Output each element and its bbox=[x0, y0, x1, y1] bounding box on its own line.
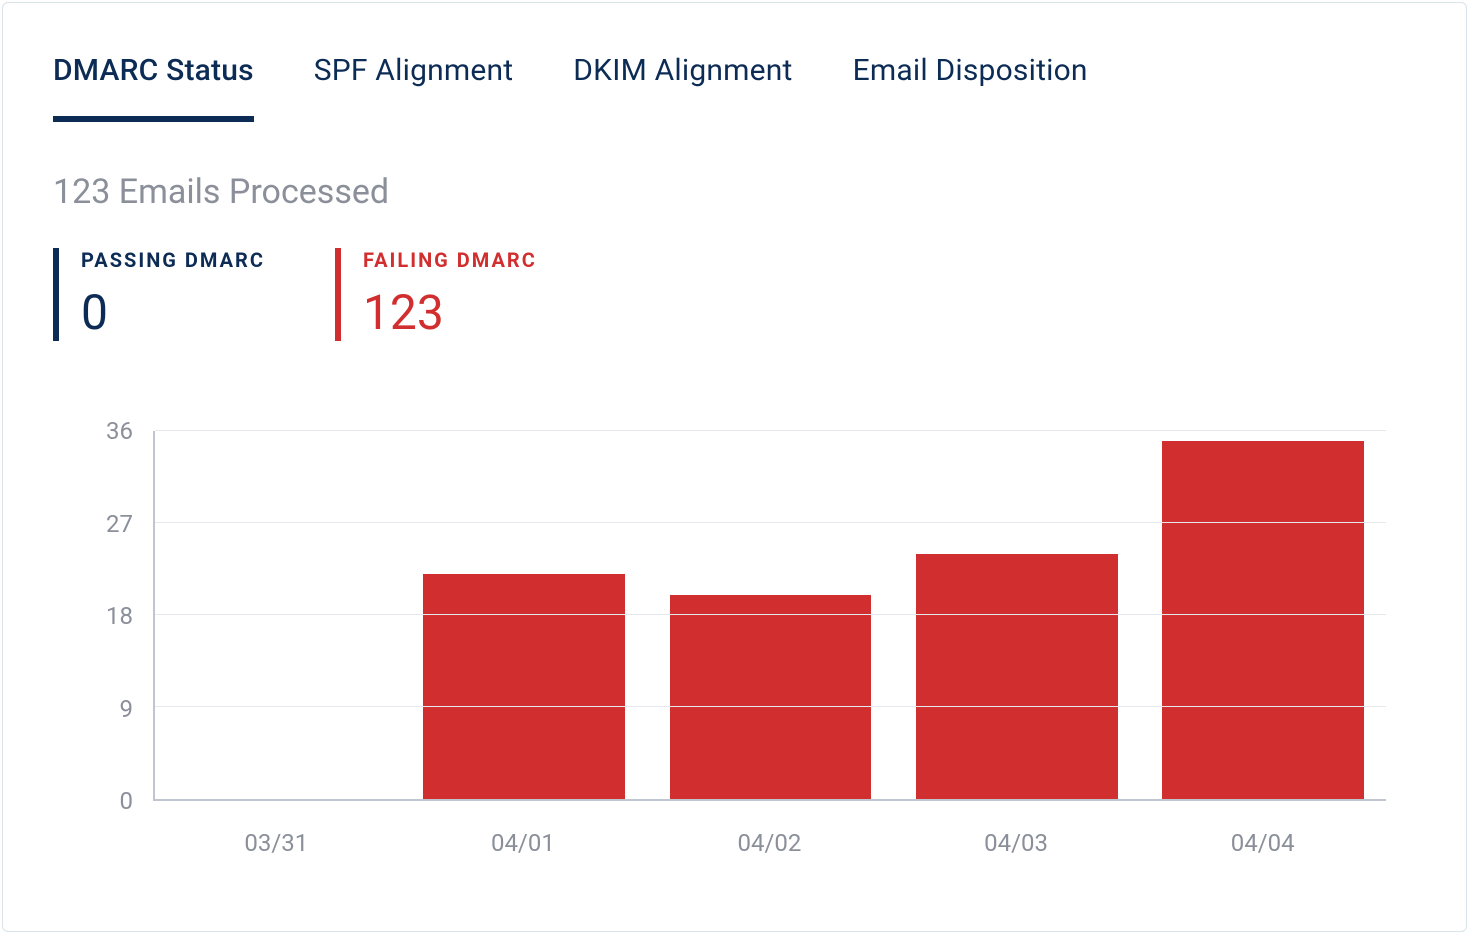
tab-dmarc-status[interactable]: DMARC Status bbox=[53, 53, 254, 122]
y-tick: 9 bbox=[73, 695, 133, 723]
bar[interactable] bbox=[423, 574, 625, 799]
x-tick: 04/02 bbox=[646, 811, 893, 861]
bar-slot bbox=[1140, 431, 1386, 799]
y-tick: 18 bbox=[73, 602, 133, 630]
bar[interactable] bbox=[670, 595, 872, 799]
bar[interactable] bbox=[1162, 441, 1364, 799]
stat-passing: PASSING DMARC 0 bbox=[53, 248, 265, 341]
plot-area bbox=[153, 431, 1386, 801]
tab-spf-alignment[interactable]: SPF Alignment bbox=[314, 53, 514, 122]
bar-chart: 09182736 03/3104/0104/0204/0304/04 bbox=[73, 431, 1386, 861]
stat-passing-label: PASSING DMARC bbox=[81, 248, 265, 272]
x-tick: 04/04 bbox=[1139, 811, 1386, 861]
tab-bar: DMARC Status SPF Alignment DKIM Alignmen… bbox=[53, 53, 1416, 122]
x-tick: 03/31 bbox=[153, 811, 400, 861]
stat-passing-value: 0 bbox=[81, 284, 265, 341]
bars-container bbox=[155, 431, 1386, 799]
y-tick: 0 bbox=[73, 787, 133, 815]
grid-line bbox=[155, 522, 1386, 523]
y-tick: 36 bbox=[73, 417, 133, 445]
grid-line bbox=[155, 430, 1386, 431]
x-tick: 04/03 bbox=[893, 811, 1140, 861]
bar-slot bbox=[647, 431, 893, 799]
stat-failing-label: FAILING DMARC bbox=[363, 248, 537, 272]
x-tick: 04/01 bbox=[400, 811, 647, 861]
bar[interactable] bbox=[916, 554, 1118, 799]
stat-failing: FAILING DMARC 123 bbox=[335, 248, 537, 341]
y-tick: 27 bbox=[73, 510, 133, 538]
grid-line bbox=[155, 706, 1386, 707]
y-axis: 09182736 bbox=[73, 431, 143, 801]
bar-slot bbox=[155, 431, 401, 799]
summary-title: 123 Emails Processed bbox=[53, 172, 1416, 212]
tab-email-disposition[interactable]: Email Disposition bbox=[853, 53, 1088, 122]
bar-slot bbox=[401, 431, 647, 799]
stats-row: PASSING DMARC 0 FAILING DMARC 123 bbox=[53, 248, 1416, 341]
dmarc-card: DMARC Status SPF Alignment DKIM Alignmen… bbox=[2, 2, 1467, 932]
bar-slot bbox=[894, 431, 1140, 799]
x-axis: 03/3104/0104/0204/0304/04 bbox=[153, 811, 1386, 861]
grid-line bbox=[155, 614, 1386, 615]
stat-failing-value: 123 bbox=[363, 284, 537, 341]
tab-dkim-alignment[interactable]: DKIM Alignment bbox=[573, 53, 792, 122]
